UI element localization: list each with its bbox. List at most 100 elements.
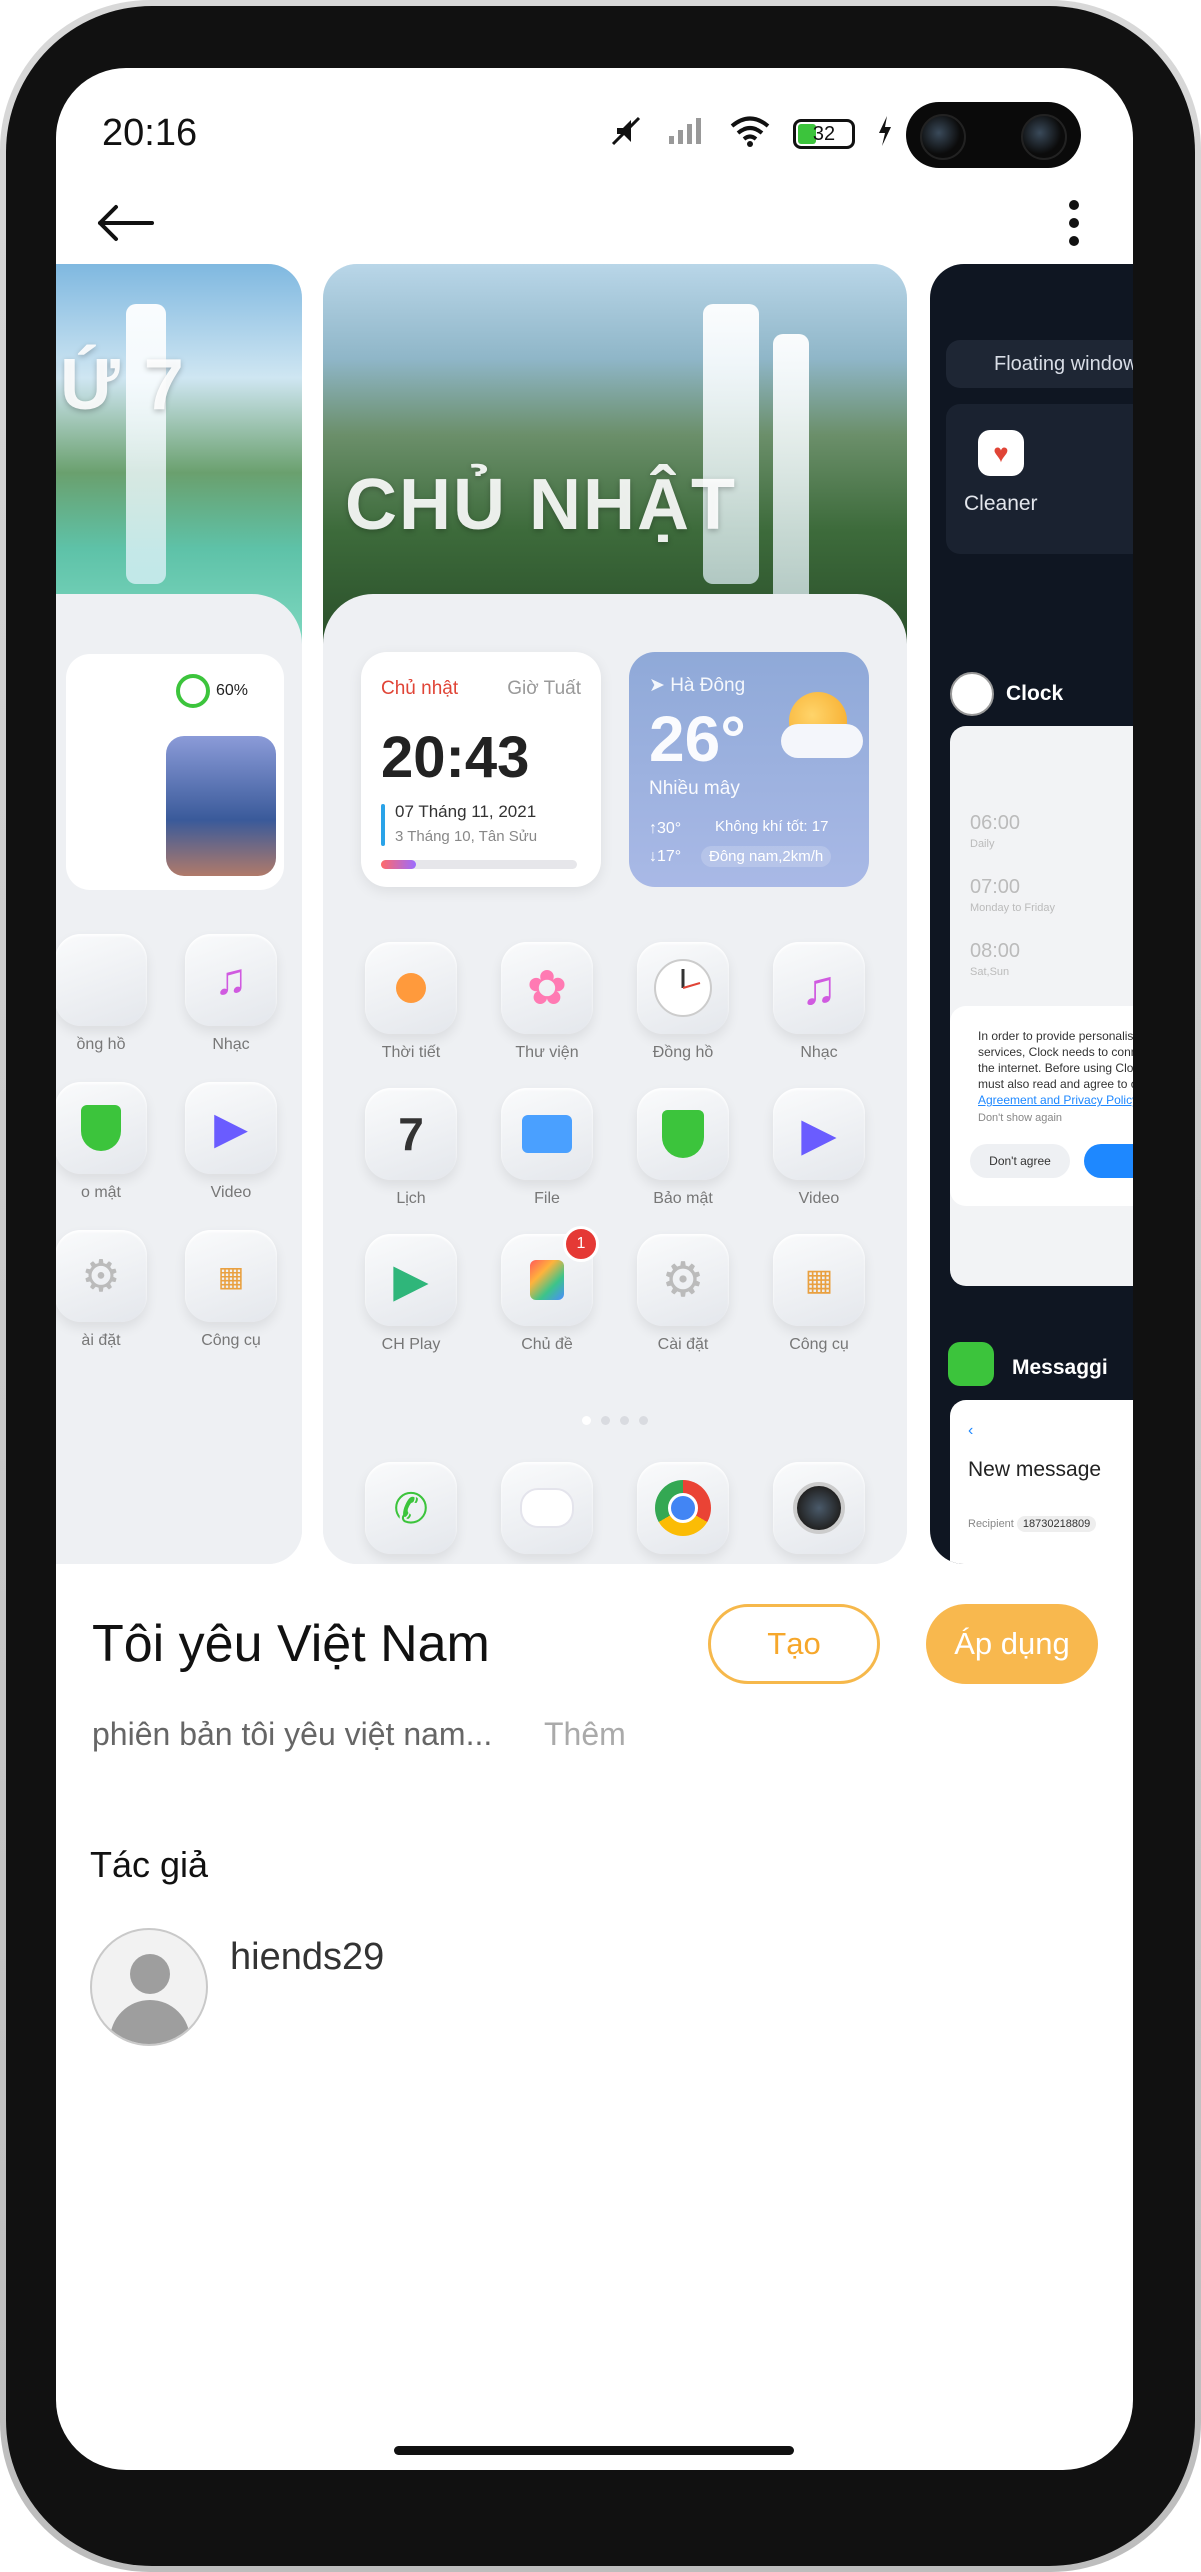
wifi-icon bbox=[729, 115, 771, 152]
clock-widget-date: 07 Tháng 11, 2021 bbox=[395, 802, 537, 821]
clock-icon bbox=[950, 672, 994, 716]
camera-cutout bbox=[906, 102, 1081, 168]
preview-app: Thời tiết bbox=[343, 942, 479, 1062]
camera-icon bbox=[773, 1462, 865, 1554]
weather-air-quality: Không khí tốt: 17 bbox=[715, 818, 829, 835]
clock-widget-lunar-date: 3 Tháng 10, Tân Sửu bbox=[395, 828, 538, 845]
home-indicator[interactable] bbox=[394, 2446, 794, 2455]
tools-icon: ▦ bbox=[185, 1230, 277, 1322]
more-vertical-icon bbox=[1069, 200, 1079, 246]
weather-icon bbox=[365, 942, 457, 1034]
clock-widget-time: 20:43 bbox=[381, 725, 530, 790]
preview-app: ♫ Nhạc bbox=[751, 942, 887, 1062]
preview-app: ♫ Nhạc bbox=[166, 934, 296, 1054]
cleaner-icon: ♥ bbox=[978, 430, 1024, 476]
create-button[interactable]: Tạo bbox=[708, 1604, 880, 1684]
preview-messages-app: ‹ New message Recipient 18730218809 bbox=[950, 1400, 1133, 1564]
preview-weather-widget: ➤ Hà Đông 26° Nhiều mây ↑30° Không khí t… bbox=[629, 652, 869, 887]
preview-card-lockscreen-left[interactable]: HỨ 7 60% ồng hồ ♫Nhạc o mật ▶Video ⚙ài đ… bbox=[56, 264, 302, 1564]
preview-app: ▦ Công cụ bbox=[166, 1230, 296, 1350]
preview-wallpaper: HỨ 7 bbox=[56, 264, 302, 644]
clock-widget-progress bbox=[381, 860, 577, 869]
preview-dock-app bbox=[615, 1462, 751, 1554]
front-camera-icon bbox=[1021, 114, 1067, 160]
clock-icon bbox=[637, 942, 729, 1034]
status-icons: 32 bbox=[609, 114, 893, 153]
preview-carousel[interactable]: HỨ 7 60% ồng hồ ♫Nhạc o mật ▶Video ⚙ài đ… bbox=[56, 264, 1133, 1564]
weather-low: ↓17° bbox=[649, 848, 682, 865]
apply-button[interactable]: Áp dụng bbox=[926, 1604, 1098, 1684]
preview-home-panel: 60% ồng hồ ♫ Nhạc o mật ▶ Video ⚙ ài đặt ▦ C… bbox=[56, 594, 302, 1564]
music-icon: ♫ bbox=[773, 942, 865, 1034]
gallery-icon: ✿ bbox=[501, 942, 593, 1034]
clock-widget-tab-active: Chủ nhật bbox=[381, 678, 459, 699]
preview-app: Đồng hồ bbox=[615, 942, 751, 1062]
preview-home-panel: Chủ nhật Giờ Tuất 20:43 07 Tháng 11, 202… bbox=[323, 594, 907, 1564]
video-icon: ▶ bbox=[185, 1082, 277, 1174]
preview-dock-app bbox=[751, 1462, 887, 1554]
weather-wind: Đông nam,2km/h bbox=[701, 846, 832, 867]
preview-photo-widget bbox=[166, 736, 276, 876]
preview-privacy-dialog: In order to provide personalised service… bbox=[950, 1006, 1133, 1206]
recipient-field: Recipient 18730218809 bbox=[968, 1516, 1097, 1532]
preview-app: 7 Lịch bbox=[343, 1088, 479, 1208]
clock-widget-accent bbox=[381, 804, 385, 846]
tools-icon: ▦ bbox=[773, 1234, 865, 1326]
alarm-time: 06:00 bbox=[970, 812, 1021, 834]
battery-icon: 32 bbox=[793, 118, 855, 149]
chrome-icon bbox=[637, 1462, 729, 1554]
notification-badge: 1 bbox=[563, 1226, 599, 1262]
page-indicator bbox=[323, 1416, 907, 1425]
security-icon bbox=[637, 1088, 729, 1180]
signal-icon bbox=[667, 116, 707, 151]
agree-button bbox=[1084, 1144, 1133, 1178]
preview-app: ồng hồ bbox=[56, 934, 166, 1054]
theme-title: Tôi yêu Việt Nam bbox=[92, 1615, 490, 1673]
preview-app-grid: Thời tiết ✿ Thư viện Đồng hồ ♫ Nhạc 7 Lịch … bbox=[343, 942, 887, 1354]
dialog-text: In order to provide personalised service… bbox=[978, 1029, 1133, 1107]
battery-level: 32 bbox=[812, 122, 836, 145]
security-icon bbox=[56, 1082, 147, 1174]
clock-widget-tab-inactive: Giờ Tuất bbox=[507, 678, 581, 699]
preview-hero-title: HỨ 7 bbox=[56, 345, 186, 425]
more-options-button[interactable] bbox=[1039, 188, 1109, 258]
preview-app: ⚙ Cài đặt bbox=[615, 1234, 751, 1354]
preview-app: ▶ CH Play bbox=[343, 1234, 479, 1354]
weather-temperature: 26° bbox=[649, 703, 746, 775]
alarm-repeat: Monday to Friday bbox=[970, 902, 1055, 914]
preview-app: ✿ Thư viện bbox=[479, 942, 615, 1062]
alarm-time: 07:00 bbox=[970, 876, 1021, 898]
author-name[interactable]: hiends29 bbox=[230, 1936, 384, 1979]
status-bar: 20:16 32 bbox=[56, 68, 1133, 198]
preview-card-apps-right[interactable]: Floating window ♥ Cleaner Clock 06:00 Da… bbox=[930, 264, 1133, 1564]
back-button[interactable] bbox=[90, 188, 160, 258]
calendar-icon: 7 bbox=[365, 1088, 457, 1180]
preview-card-home-center[interactable]: CHỦ NHẬT Chủ nhật Giờ Tuất 20:43 07 Thán… bbox=[323, 264, 907, 1564]
more-description-link[interactable]: Thêm bbox=[544, 1716, 626, 1753]
settings-icon: ⚙ bbox=[56, 1230, 147, 1322]
themes-icon: 1 bbox=[501, 1226, 599, 1326]
preview-app: o mật bbox=[56, 1082, 166, 1202]
preview-battery-widget: 60% bbox=[66, 654, 284, 890]
preview-battery-pct: 60% bbox=[216, 682, 249, 699]
preview-hero-title: CHỦ NHẬT bbox=[345, 465, 737, 545]
video-icon: ▶ bbox=[773, 1088, 865, 1180]
theme-description: phiên bản tôi yêu việt nam... bbox=[92, 1716, 493, 1752]
screen: 20:16 32 Ứ 7 60% ồng hồ ♫ Nhạc o mật ▶ V… bbox=[56, 68, 1133, 2470]
play-store-icon: ▶ bbox=[365, 1234, 457, 1326]
phone-icon: ✆ bbox=[365, 1462, 457, 1554]
preview-app: Bảo mật bbox=[615, 1088, 751, 1208]
cloud-icon bbox=[781, 724, 863, 758]
charging-icon bbox=[877, 116, 893, 151]
preview-clock-title: Clock bbox=[1006, 682, 1064, 705]
battery-ring-icon bbox=[176, 674, 210, 708]
settings-icon: ⚙ bbox=[637, 1234, 729, 1326]
front-camera-icon bbox=[920, 114, 966, 160]
mute-icon bbox=[609, 114, 645, 153]
author-avatar[interactable] bbox=[90, 1928, 208, 2046]
author-heading: Tác giả bbox=[90, 1844, 209, 1885]
preview-app: ▦ Công cụ bbox=[751, 1234, 887, 1354]
preview-app: ⚙ ài đặt bbox=[56, 1230, 166, 1350]
preview-app: ▶ Video bbox=[166, 1082, 296, 1202]
person-icon bbox=[130, 1954, 170, 1994]
